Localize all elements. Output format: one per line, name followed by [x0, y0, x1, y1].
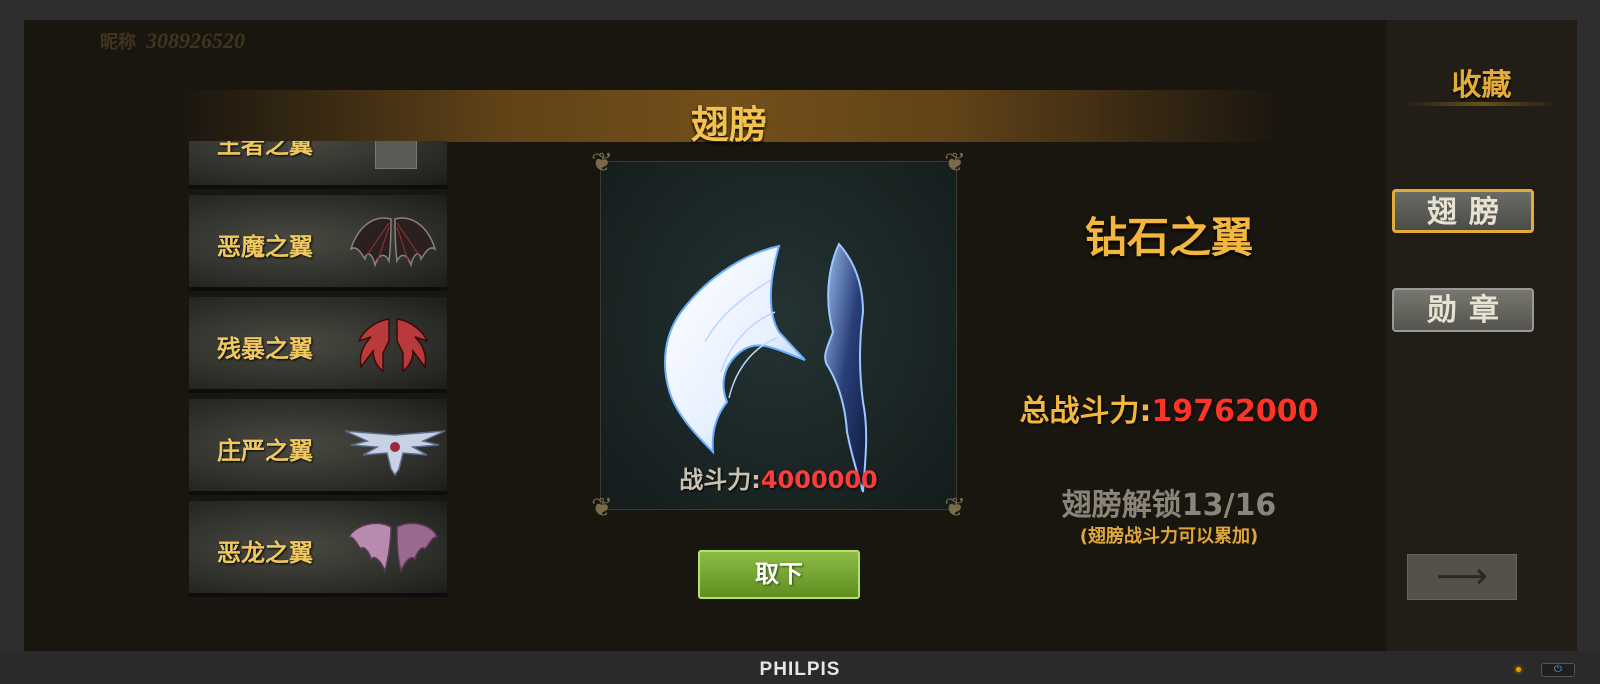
monitor-brand: PHILPIS [759, 659, 841, 680]
power-button[interactable]: ⏻ [1541, 663, 1575, 677]
top-hud: 昵称 308926520 [100, 26, 245, 56]
power-led-icon [1516, 667, 1521, 672]
right-arrow-icon: ⟶ [1436, 556, 1488, 597]
wing-item-king[interactable]: 王者之翼 [189, 141, 447, 189]
player-name: 昵称 [100, 32, 136, 53]
dragon-wings-icon [347, 522, 439, 574]
wing-item-label: 庄严之翼 [217, 437, 313, 465]
total-power-label: 总战斗力: [1019, 394, 1152, 429]
next-arrow-button[interactable]: ⟶ [1407, 554, 1517, 600]
wing-item-label: 恶魔之翼 [217, 233, 313, 261]
collection-sidebar: 收藏 翅膀 勋章 ⟶ [1386, 20, 1577, 651]
game-screen: 昵称 308926520 翅膀 王者之翼 恶魔之翼 残暴之翼 庄严之翼 恶龙之翼… [24, 20, 1577, 651]
unlock-note: (翅膀战斗力可以累加) [1079, 526, 1259, 547]
corner-ornament: ❦ [591, 148, 613, 178]
monitor-bottom-bar: PHILPIS [0, 651, 1600, 684]
wing-item-label: 恶龙之翼 [217, 539, 313, 567]
corner-ornament: ❦ [944, 148, 966, 178]
total-power: 总战斗力:19762000 [1004, 386, 1334, 430]
corner-ornament: ❦ [591, 493, 613, 523]
demon-wings-icon [349, 217, 437, 268]
selected-wing-name: 钻石之翼 [1084, 213, 1253, 262]
tab-wings[interactable]: 翅膀 [1392, 189, 1534, 233]
player-id: 308926520 [146, 28, 245, 53]
unlock-progress: 翅膀解锁13/16 [1061, 488, 1277, 523]
total-power-value: 19762000 [1151, 394, 1319, 429]
wing-list[interactable]: 王者之翼 恶魔之翼 残暴之翼 庄严之翼 恶龙之翼 [189, 141, 449, 620]
wing-item-brutal[interactable]: 残暴之翼 [189, 297, 447, 393]
sidebar-divider [1406, 102, 1557, 106]
locked-box-icon [375, 141, 417, 169]
wing-power-value: 4000000 [760, 466, 878, 494]
wing-item-label: 残暴之翼 [217, 335, 313, 363]
wing-item-label: 王者之翼 [217, 141, 313, 159]
brutal-wings-icon [357, 318, 429, 373]
corner-ornament: ❦ [944, 493, 966, 523]
wing-preview-panel: ❦ ❦ ❦ ❦ 战斗力:4000000 [591, 148, 966, 523]
title-band: 翅膀 [174, 90, 1284, 147]
wing-item-demon[interactable]: 恶魔之翼 [189, 195, 447, 291]
wing-power: 战斗力:4000000 [601, 460, 956, 495]
diamond-wings-image [664, 242, 868, 493]
wing-power-label: 战斗力: [679, 466, 761, 494]
tab-medals[interactable]: 勋章 [1392, 288, 1534, 332]
solemn-wings-icon [344, 430, 446, 477]
wing-item-dragon[interactable]: 恶龙之翼 [189, 501, 447, 597]
take-off-button[interactable]: 取下 [698, 550, 860, 599]
wing-item-solemn[interactable]: 庄严之翼 [189, 399, 447, 495]
sidebar-title: 收藏 [1451, 68, 1512, 103]
